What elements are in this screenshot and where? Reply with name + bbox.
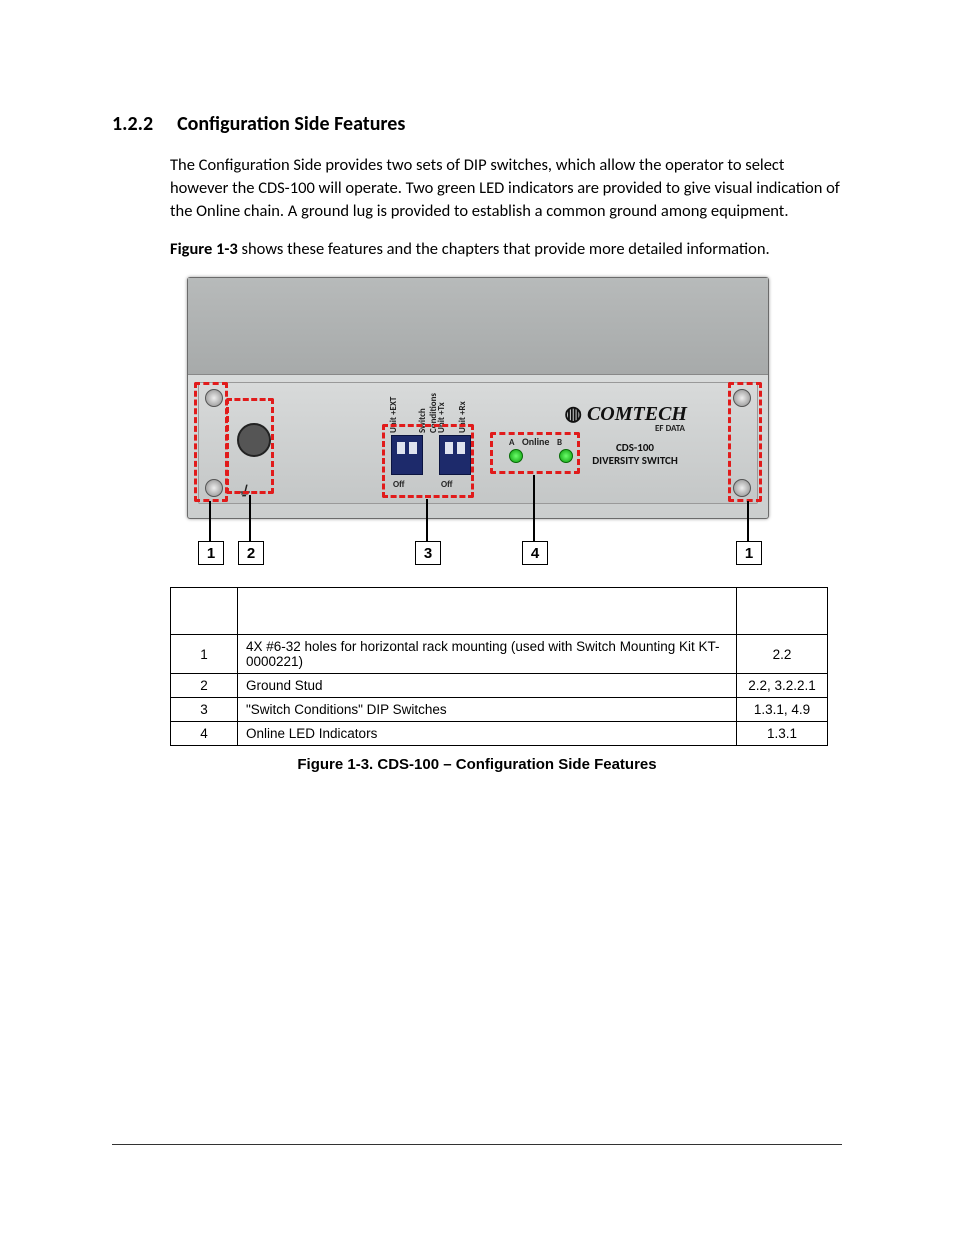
callout-box-3 — [382, 424, 474, 498]
footer-rule — [112, 1144, 842, 1145]
table-header-blank1 — [171, 588, 238, 635]
cell-feature: Ground Stud — [238, 674, 737, 698]
pointer-line-1r — [747, 501, 749, 541]
table-row: 2 Ground Stud 2.2, 3.2.2.1 — [171, 674, 828, 698]
table-row: 1 4X #6-32 holes for horizontal rack mou… — [171, 635, 828, 674]
pointer-line-4 — [533, 475, 535, 541]
cell-feature: "Switch Conditions" DIP Switches — [238, 698, 737, 722]
callout-box-1-right — [728, 382, 762, 502]
page: 1.2.2 Configuration Side Features The Co… — [0, 0, 954, 1235]
callout-num-1r: 1 — [736, 541, 762, 565]
figure-caption: Figure 1-3. CDS-100 – Configuration Side… — [112, 756, 842, 773]
section-number: 1.2.2 — [112, 112, 153, 136]
cell-ref: 2.2, 3.2.2.1 — [737, 674, 828, 698]
brand-sub: EF DATA — [655, 423, 685, 434]
pointer-line-2 — [249, 495, 251, 541]
callout-num-2: 2 — [238, 541, 264, 565]
cell-idx: 2 — [171, 674, 238, 698]
cell-idx: 1 — [171, 635, 238, 674]
table-header-row — [171, 588, 828, 635]
figure-ref-rest: shows these features and the chapters th… — [238, 239, 770, 259]
model-line1: CDS-100 — [575, 441, 695, 454]
cell-idx: 4 — [171, 722, 238, 746]
model-block: CDS-100 DIVERSITY SWITCH — [575, 441, 695, 467]
figure-container: ⏚ Off Off Unit +EXT Switch Conditions Un… — [187, 277, 767, 573]
figure-ref-bold: Figure 1-3 — [170, 239, 238, 259]
paragraph-1: The Configuration Side provides two sets… — [170, 154, 842, 222]
cell-ref: 1.3.1 — [737, 722, 828, 746]
table-row: 3 "Switch Conditions" DIP Switches 1.3.1… — [171, 698, 828, 722]
model-line2: DIVERSITY SWITCH — [575, 454, 695, 467]
cell-ref: 2.2 — [737, 635, 828, 674]
pointer-line-3 — [426, 499, 428, 541]
section-heading: 1.2.2 Configuration Side Features — [112, 112, 842, 136]
table-header-blank2 — [238, 588, 737, 635]
device-top-label-strip — [188, 278, 768, 375]
callout-box-2 — [226, 398, 274, 494]
callout-num-4: 4 — [522, 541, 548, 565]
cell-idx: 3 — [171, 698, 238, 722]
cell-ref: 1.3.1, 4.9 — [737, 698, 828, 722]
callout-box-4 — [490, 432, 580, 474]
callout-num-1l: 1 — [198, 541, 224, 565]
pointer-line-1l — [209, 501, 211, 541]
section-body: The Configuration Side provides two sets… — [170, 154, 842, 261]
cell-feature: Online LED Indicators — [238, 722, 737, 746]
brand-text: COMTECH — [587, 403, 687, 425]
brand-globe-icon: ◍ — [565, 403, 587, 425]
table-row: 4 Online LED Indicators 1.3.1 — [171, 722, 828, 746]
feature-table: 1 4X #6-32 holes for horizontal rack mou… — [170, 587, 828, 746]
device-front-plate: ⏚ Off Off Unit +EXT Switch Conditions Un… — [198, 382, 758, 504]
callout-box-1-left — [194, 382, 228, 502]
callout-num-3: 3 — [415, 541, 441, 565]
device-photo: ⏚ Off Off Unit +EXT Switch Conditions Un… — [187, 277, 769, 519]
section-title: Configuration Side Features — [177, 112, 405, 136]
table-header-blank3 — [737, 588, 828, 635]
figure-reference-line: Figure 1-3 shows these features and the … — [170, 238, 842, 261]
cell-feature: 4X #6-32 holes for horizontal rack mount… — [238, 635, 737, 674]
